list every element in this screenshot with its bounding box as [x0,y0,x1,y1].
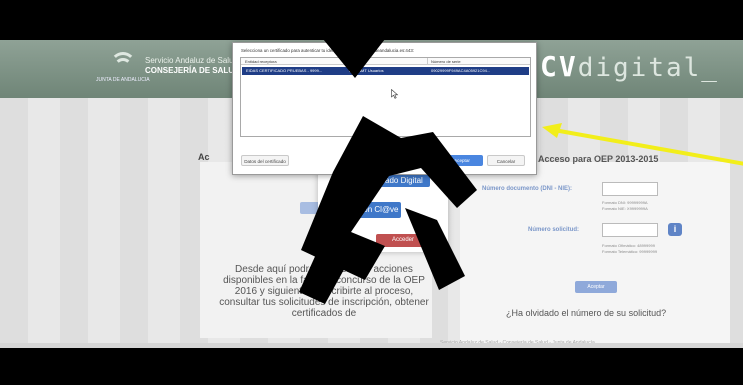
dialog-accept-button[interactable]: Aceptar [441,155,483,166]
column-header-entity[interactable]: Entidad receptora [245,58,277,65]
row-serial: 09029999F949AC4A05921C94... [431,68,491,73]
row-issuer: AC FNMT Usuarios [349,68,384,73]
document-number-input[interactable] [602,182,658,196]
clave-login-button[interactable]: Con Cl@ve [355,202,401,218]
certificate-row-selected[interactable]: EIDAS CERTIFICADO PRUEBAS - 9999... AC F… [242,67,529,75]
column-header-serial[interactable]: Número de serie [431,58,461,65]
org-name: Servicio Andaluz de Salud [145,56,238,65]
certificate-list[interactable]: Entidad receptora Emisor Número de serie… [240,57,531,137]
request-number-input[interactable] [602,223,658,237]
org-department: CONSEJERÍA DE SALUD [145,66,240,75]
access-description: Desde aquí podrás realizar las acciones … [219,264,429,319]
certificate-list-header: Entidad receptora Emisor Número de serie [241,58,530,65]
brand-logo: CVdigital_ [540,50,719,83]
request-format-hint: Formato Ofimático: 48999999 Formato Tele… [602,243,658,254]
certificate-select-dialog: Selecciona un certificado para autentica… [232,42,537,175]
logo-caption: JUNTA DE ANDALUCIA [96,77,150,83]
video-letterbox-bottom [0,348,743,385]
mouse-cursor-icon [391,89,399,99]
browser-viewport: JUNTA DE ANDALUCIA Servicio Andaluz de S… [0,40,743,348]
request-number-label: Número solicitud: [528,227,580,233]
accept-button-right[interactable]: Aceptar [575,281,617,293]
video-letterbox-top [0,0,743,40]
annotation-arrow-icon [542,123,743,166]
access-title-left: Ac [198,152,210,162]
info-icon[interactable]: i [668,223,682,236]
document-number-label: Número documento (DNI - NIE): [482,186,572,192]
dialog-cancel-button[interactable]: Cancelar [487,155,525,166]
column-header-issuer[interactable]: Emisor [349,58,361,65]
row-entity: EIDAS CERTIFICADO PRUEBAS - 9999... [246,68,323,73]
certificate-login-button[interactable]: Con Certificado Digital [336,174,430,187]
certificate-details-button[interactable]: Datos del certificado [241,155,289,166]
access-red-button[interactable]: Acceder [376,234,430,247]
dialog-title: Selecciona un certificado para autentica… [241,48,414,53]
forgot-request-link[interactable]: ¿Ha olvidado el número de su solicitud? [506,308,666,318]
document-format-hint: Formato DNI: 99999999A Formato NIE: X999… [602,200,648,211]
